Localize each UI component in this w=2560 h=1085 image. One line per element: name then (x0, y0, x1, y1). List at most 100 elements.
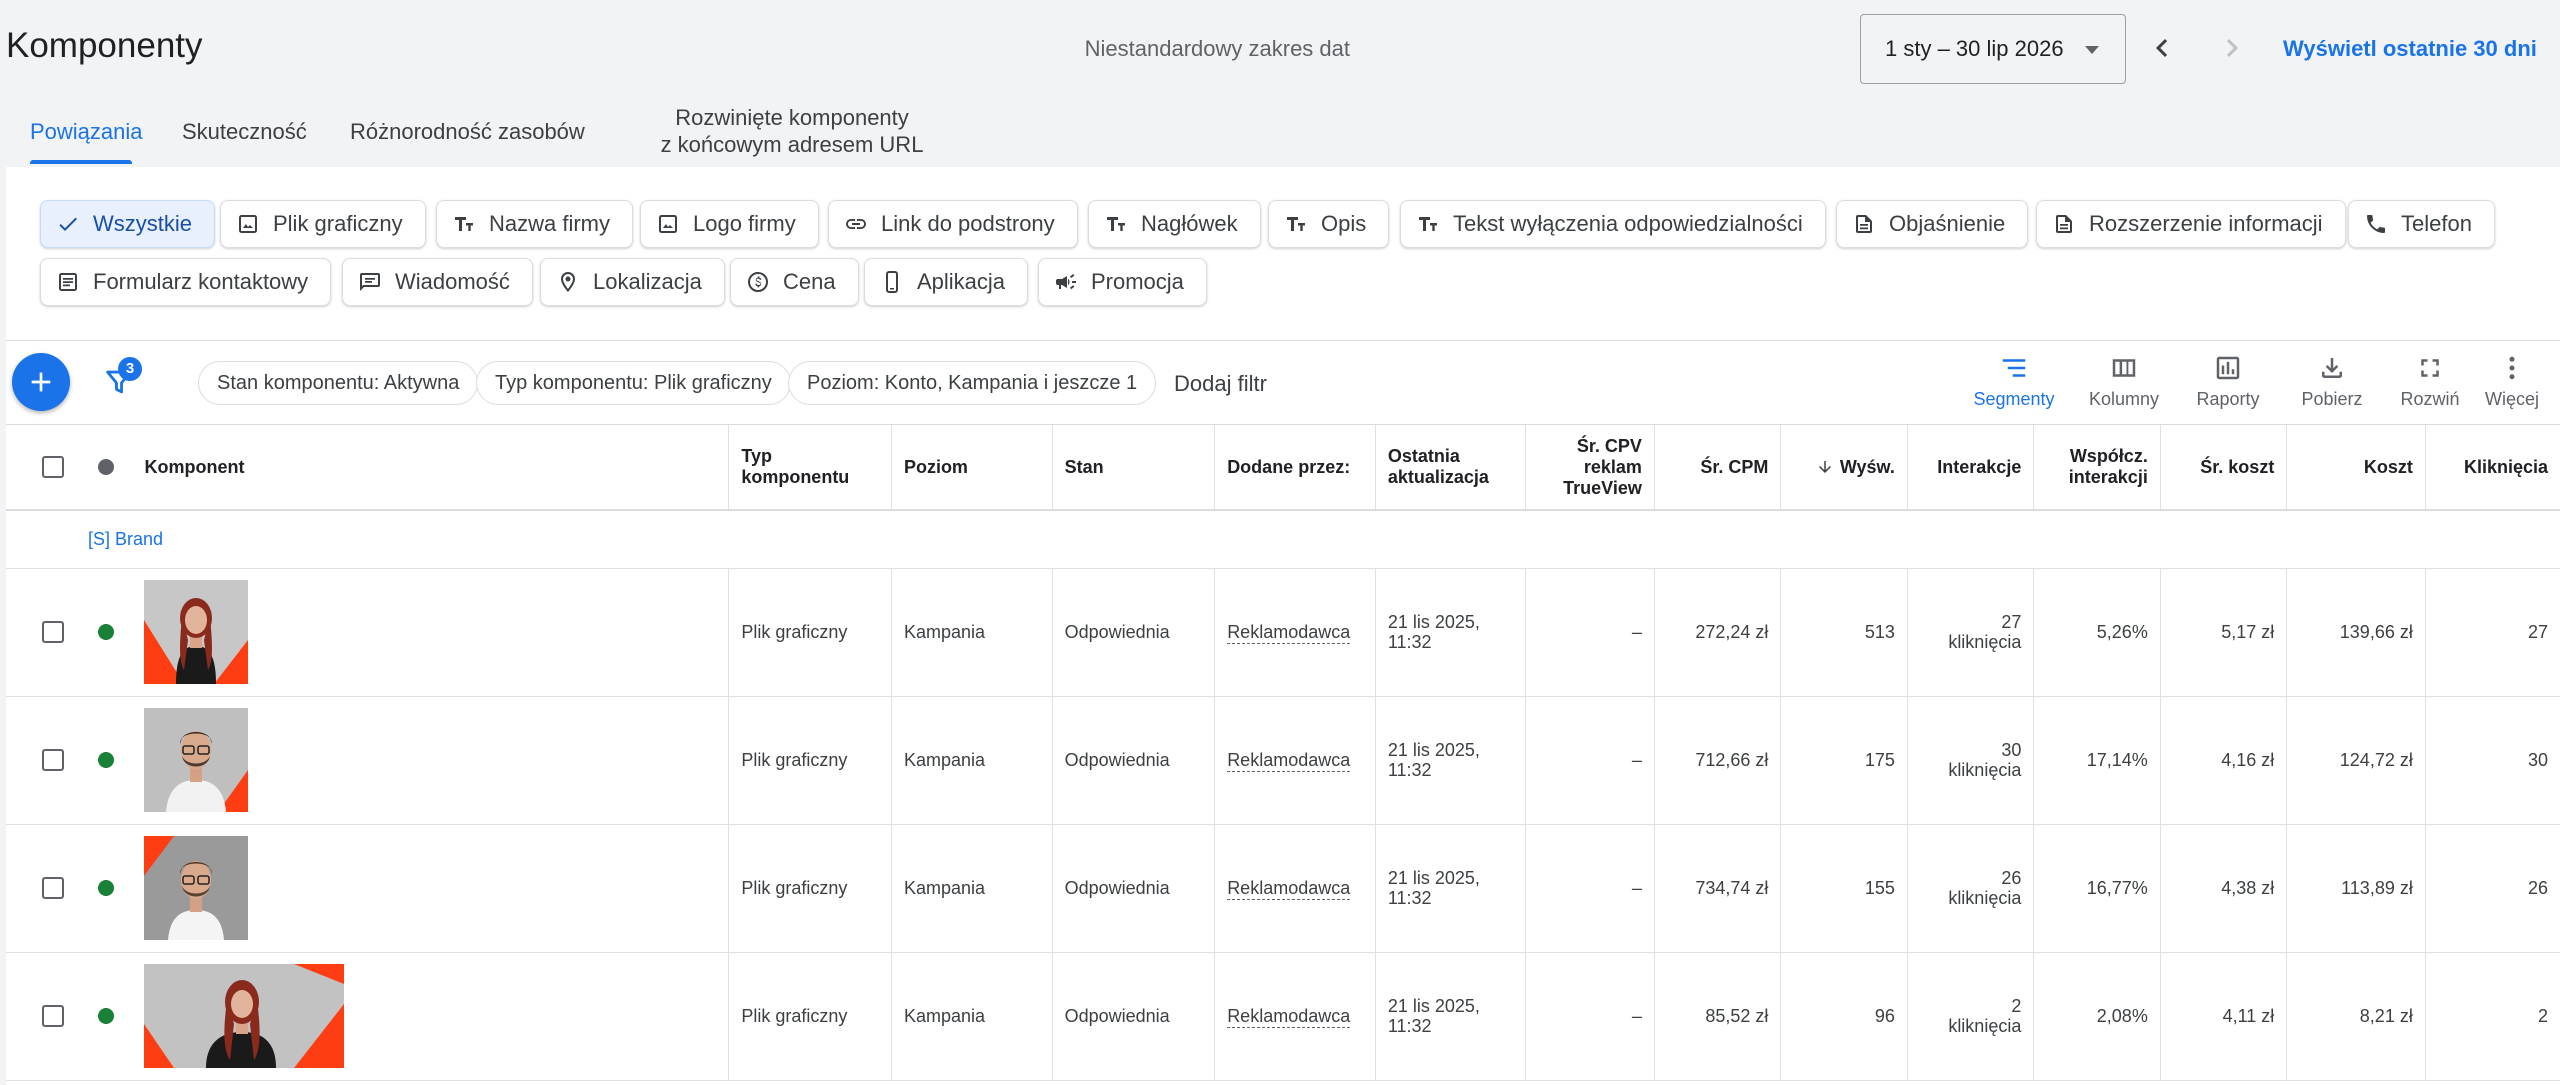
col-clicks[interactable]: Kliknięcia (2425, 425, 2560, 511)
filter-chip-status[interactable]: Stan komponentu: Aktywna (198, 361, 479, 405)
segments-button[interactable]: Segmenty (1964, 353, 2064, 410)
chip-image[interactable]: Plik graficzny (220, 200, 426, 248)
col-avg-cpv[interactable]: Śr. CPV reklam TrueView (1525, 425, 1655, 511)
cell-type: Plik graficzny (728, 824, 892, 953)
row-checkbox[interactable] (42, 621, 64, 643)
reports-button[interactable]: Raporty (2178, 353, 2278, 410)
cell-time: 11:32 (1387, 888, 1432, 908)
columns-button[interactable]: Kolumny (2074, 353, 2174, 410)
cell-cpm: 712,66 zł (1654, 696, 1782, 825)
table-row[interactable]: Plik graficzny Kampania Odpowiednia Rekl… (6, 824, 2560, 953)
chip-business-logo[interactable]: Logo firmy (640, 200, 819, 248)
filter-chip-type[interactable]: Typ komponentu: Plik graficzny (476, 361, 791, 405)
col-added-by[interactable]: Dodane przez: (1214, 425, 1376, 511)
tool-label: Rozwiń (2400, 389, 2460, 409)
select-all-checkbox[interactable] (42, 456, 64, 478)
cell-interactions: 26 kliknięcia (1907, 824, 2035, 953)
tool-label: Więcej (2484, 389, 2539, 409)
col-interaction-rate[interactable]: Współcz. interakcji (2033, 425, 2161, 511)
add-asset-button[interactable] (12, 353, 70, 411)
chip-label: Rozszerzenie informacji (2089, 211, 2323, 236)
chip-lead-form[interactable]: Formularz kontaktowy (40, 258, 332, 306)
cell-time: 11:32 (1387, 632, 1432, 652)
table-row[interactable]: Plik graficzny Kampania Odpowiednia Rekl… (6, 952, 2560, 1081)
chip-message[interactable]: Wiadomość (342, 258, 533, 306)
woman-portrait-wide-image (144, 964, 345, 1068)
filter-chip-level[interactable]: Poziom: Konto, Kampania i jeszcze 1 (788, 361, 1157, 405)
man-glasses-portrait-image (144, 836, 249, 940)
col-interactions[interactable]: Interakcje (1907, 425, 2035, 511)
interaction-unit: kliknięcia (1948, 1016, 2022, 1036)
cell-added-by[interactable]: Reklamodawca (1227, 622, 1351, 644)
cell-cost: 139,66 zł (2286, 568, 2426, 697)
cell-status: Odpowiednia (1052, 568, 1216, 697)
cell-date: 21 lis 2025, (1387, 612, 1480, 632)
tab-asset-diversity[interactable]: Różnorodność zasobów (350, 118, 585, 145)
campaign-group-link[interactable]: [S] Brand (18, 529, 163, 549)
cell-status: Odpowiednia (1052, 824, 1216, 953)
chip-business-name[interactable]: Nazwa firmy (436, 200, 634, 248)
col-last-update[interactable]: Ostatnia aktualizacja (1375, 425, 1527, 511)
chip-headline[interactable]: Nagłówek (1088, 200, 1261, 248)
chip-app[interactable]: Aplikacja (864, 258, 1029, 306)
asset-image-thumbnail[interactable] (144, 964, 345, 1068)
location-icon (555, 269, 581, 295)
chip-label: Logo firmy (693, 211, 796, 236)
cell-added-by[interactable]: Reklamodawca (1227, 750, 1351, 772)
row-checkbox[interactable] (42, 1005, 64, 1027)
cell-clicks: 2 (2425, 952, 2560, 1081)
active-tab-indicator (30, 160, 132, 164)
chip-label: Cena (783, 269, 836, 294)
chip-promotion[interactable]: Promocja (1038, 258, 1207, 306)
cell-type: Plik graficzny (728, 952, 892, 1081)
asset-image-thumbnail[interactable] (144, 580, 249, 684)
chip-label: Wszystkie (93, 211, 192, 236)
chip-disclaimer[interactable]: Tekst wyłączenia odpowiedzialności (1400, 200, 1826, 248)
chip-description[interactable]: Opis (1268, 200, 1390, 248)
select-all-cell[interactable] (6, 425, 77, 511)
cell-type: Plik graficzny (728, 568, 892, 697)
previous-period-button[interactable] (2144, 30, 2180, 66)
col-cost[interactable]: Koszt (2286, 425, 2426, 511)
chip-price[interactable]: Cena (730, 258, 859, 306)
next-period-button[interactable] (2214, 30, 2250, 66)
check-icon (55, 211, 81, 237)
row-checkbox[interactable] (42, 749, 64, 771)
chip-location[interactable]: Lokalizacja (540, 258, 725, 306)
col-avg-cpm[interactable]: Śr. CPM (1654, 425, 1782, 511)
show-last-30-days-link[interactable]: Wyświetl ostatnie 30 dni (2283, 36, 2537, 62)
cell-added-by[interactable]: Reklamodawca (1227, 878, 1351, 900)
cell-interactions: 30 kliknięcia (1907, 696, 2035, 825)
download-button[interactable]: Pobierz (2282, 353, 2382, 410)
table-row[interactable]: Plik graficzny Kampania Odpowiednia Rekl… (6, 696, 2560, 825)
asset-image-thumbnail[interactable] (144, 836, 249, 940)
date-range-select[interactable]: 1 sty – 30 lip 2026 (1860, 14, 2126, 84)
tab-performance[interactable]: Skuteczność (182, 118, 307, 145)
tab-associations[interactable]: Powiązania (30, 118, 143, 145)
table-row[interactable]: Plik graficzny Kampania Odpowiednia Rekl… (6, 568, 2560, 697)
row-checkbox[interactable] (42, 877, 64, 899)
col-status[interactable]: Stan (1052, 425, 1216, 511)
cell-added-by[interactable]: Reklamodawca (1227, 1006, 1351, 1028)
status-active-dot-icon (98, 752, 115, 768)
col-component[interactable]: Komponent (132, 425, 730, 511)
chip-phone[interactable]: Telefon (2348, 200, 2495, 248)
asset-image-thumbnail[interactable] (144, 708, 249, 812)
columns-icon (2112, 359, 2136, 377)
chip-structured-snippet[interactable]: Rozszerzenie informacji (2036, 200, 2346, 248)
chip-sitelink[interactable]: Link do podstrony (828, 200, 1078, 248)
header-line: Współcz. (2069, 446, 2148, 466)
status-active-dot-icon (98, 624, 115, 640)
col-type[interactable]: Typ komponentu (728, 425, 892, 511)
more-button[interactable]: Więcej (2462, 353, 2560, 410)
phone-app-icon (879, 269, 905, 295)
cell-cost: 113,89 zł (2286, 824, 2426, 953)
col-impressions[interactable]: Wyśw. (1780, 425, 1908, 511)
chip-all[interactable]: Wszystkie (40, 200, 215, 248)
col-level[interactable]: Poziom (891, 425, 1053, 511)
add-filter-button[interactable]: Dodaj filtr (1174, 371, 1267, 397)
chip-label: Lokalizacja (593, 269, 702, 294)
tab-expanded-assets-final-url[interactable]: Rozwinięte komponenty z końcowym adresem… (660, 104, 924, 158)
chip-callout[interactable]: Objaśnienie (1836, 200, 2029, 248)
col-avg-cost[interactable]: Śr. koszt (2160, 425, 2288, 511)
